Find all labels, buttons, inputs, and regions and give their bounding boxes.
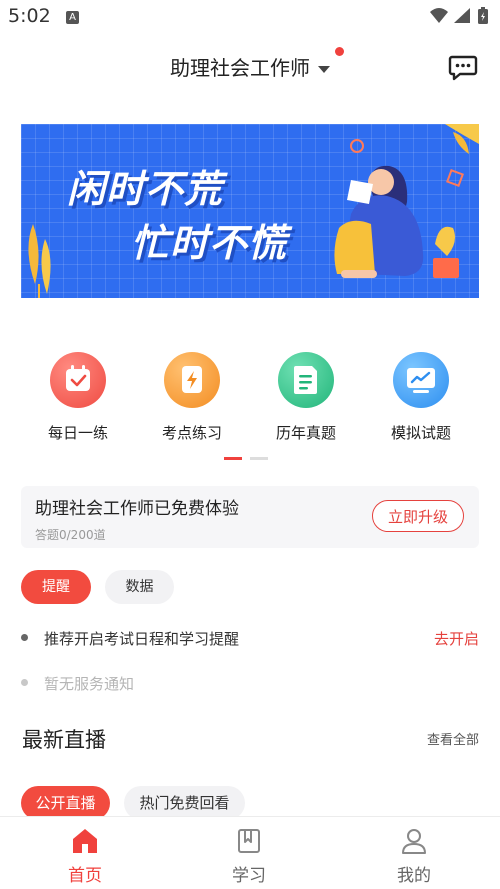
- feature-mock-exams[interactable]: 模拟试题: [366, 352, 476, 443]
- notice-text: 推荐开启考试日程和学习提醒: [44, 630, 240, 648]
- battery-icon: [478, 7, 488, 24]
- tab-free-replay[interactable]: 热门免费回看: [124, 786, 245, 820]
- banner-slogan-1: 闲时不荒: [67, 167, 224, 211]
- pager-indicator-active: [224, 457, 242, 460]
- feature-label: 考点练习: [161, 424, 222, 442]
- chevron-down-icon: [318, 66, 330, 73]
- status-icons: [428, 6, 492, 30]
- nav-study[interactable]: 学习: [199, 817, 299, 886]
- tab-public-live[interactable]: 公开直播: [21, 786, 110, 820]
- bottom-nav: 首页 学习 我的: [0, 816, 500, 889]
- live-section-title: 最新直播: [22, 728, 106, 752]
- upgrade-button[interactable]: 立即升级: [372, 500, 464, 532]
- bullet-dot: [21, 679, 28, 686]
- wifi-icon: [430, 8, 448, 23]
- nav-mine[interactable]: 我的: [364, 817, 464, 886]
- tab-data[interactable]: 数据: [105, 570, 174, 604]
- exam-selector[interactable]: 助理社会工作师: [0, 52, 500, 81]
- feature-daily-practice[interactable]: 每日一练: [23, 352, 133, 443]
- chat-icon: [448, 55, 478, 81]
- nav-label: 首页: [68, 866, 102, 886]
- document-icon: [278, 352, 334, 408]
- lightning-note-icon: [164, 352, 220, 408]
- calendar-check-icon: [50, 352, 106, 408]
- message-button[interactable]: [448, 54, 478, 82]
- pager-indicator: [250, 457, 268, 460]
- feature-label: 模拟试题: [390, 424, 451, 442]
- nav-label: 我的: [397, 866, 431, 886]
- book-icon: [235, 827, 263, 855]
- monitor-chart-icon: [393, 352, 449, 408]
- enable-reminder-link[interactable]: 去开启: [434, 628, 479, 649]
- status-time: 5:02: [8, 5, 51, 27]
- notice-empty-text: 暂无服务通知: [44, 675, 135, 693]
- feature-topic-practice[interactable]: 考点练习: [137, 352, 247, 443]
- trial-card: 助理社会工作师已免费体验 答题0/200道 立即升级: [21, 486, 479, 548]
- banner-slogan-2: 忙时不慌: [131, 221, 288, 265]
- unread-dot: [335, 47, 344, 56]
- view-all-link[interactable]: 查看全部: [427, 729, 479, 748]
- feature-past-exams[interactable]: 历年真题: [251, 352, 361, 443]
- user-icon: [400, 827, 428, 855]
- nav-home[interactable]: 首页: [35, 817, 135, 886]
- trial-title: 助理社会工作师已免费体验: [35, 499, 239, 519]
- feature-label: 每日一练: [47, 424, 108, 442]
- home-icon: [71, 827, 99, 855]
- promo-banner[interactable]: 闲时不荒 忙时不慌: [21, 124, 479, 298]
- page-title: 助理社会工作师: [170, 56, 310, 80]
- nav-label: 学习: [232, 866, 266, 886]
- signal-icon: [454, 8, 470, 23]
- tab-reminder[interactable]: 提醒: [21, 570, 91, 604]
- bullet-dot: [21, 634, 28, 641]
- notification-a-icon: A: [66, 11, 79, 24]
- trial-progress: 答题0/200道: [35, 528, 106, 542]
- feature-label: 历年真题: [275, 424, 336, 442]
